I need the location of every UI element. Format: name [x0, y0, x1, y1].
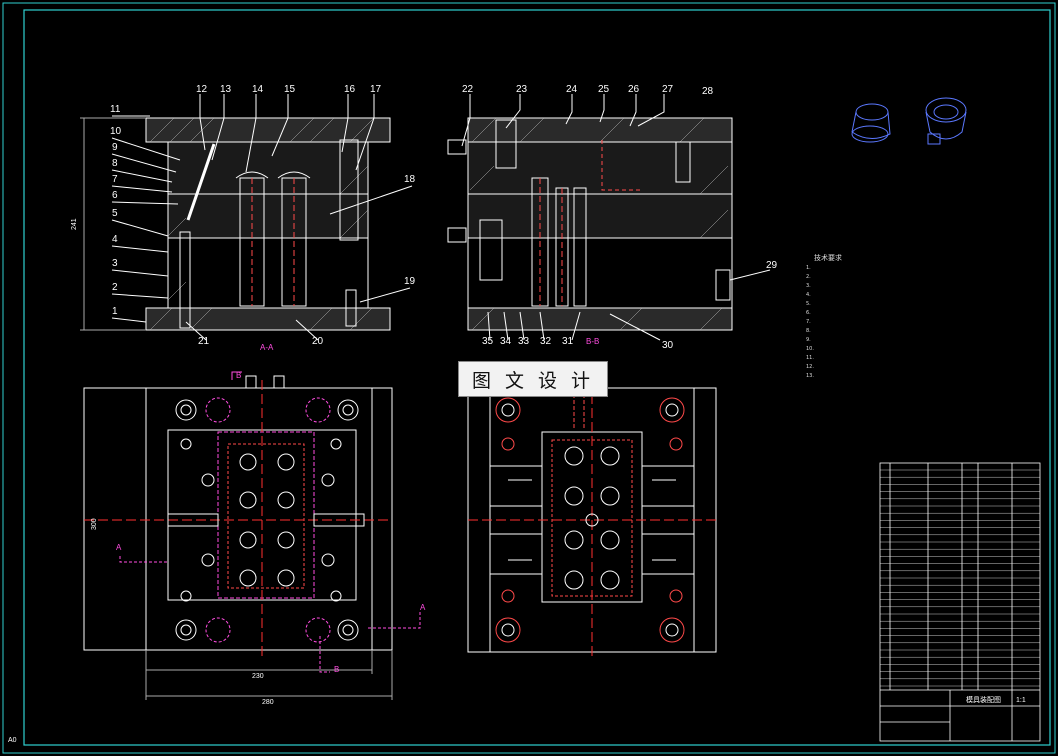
part-no-16: 16 — [344, 84, 356, 95]
part-no-34: 34 — [500, 336, 512, 347]
note-line: 10. — [806, 346, 814, 352]
part-no-32: 32 — [540, 336, 552, 347]
part-no-1: 1 — [112, 306, 118, 317]
bom-row-lines — [880, 469, 1040, 687]
part-no-14: 14 — [252, 84, 264, 95]
note-line: 3. — [806, 283, 811, 289]
section-mark-b-bottom: B — [334, 665, 339, 674]
part-no-19: 19 — [404, 276, 416, 287]
part-no-13: 13 — [220, 84, 232, 95]
part-no-33: 33 — [518, 336, 530, 347]
part-no-17: 17 — [370, 84, 382, 95]
note-line: 13. — [806, 373, 814, 379]
part-no-7: 7 — [112, 174, 118, 185]
note-line: 2. — [806, 274, 811, 280]
part-no-18: 18 — [404, 174, 416, 185]
section-label-bb: B-B — [586, 337, 599, 346]
part-no-9: 9 — [112, 142, 118, 153]
part-no-27: 27 — [662, 84, 674, 95]
dimension-300: 300 — [91, 518, 98, 530]
part-no-24: 24 — [566, 84, 578, 95]
part-no-28: 28 — [702, 86, 714, 97]
note-line: 4. — [806, 292, 811, 298]
notes-list: 1. 2. 3. 4. 5. 6. 7. 8. 9. 10. 11. 12. 1… — [806, 264, 956, 381]
part-no-25: 25 — [598, 84, 610, 95]
part-no-35: 35 — [482, 336, 494, 347]
side-section-view — [447, 94, 771, 341]
title-block-labels: 模具装配图 1:1 — [966, 695, 1026, 704]
note-line: 11. — [806, 355, 814, 361]
corner-label: A0 — [8, 737, 17, 744]
section-mark-a-right: A — [420, 603, 426, 612]
note-line: 12. — [806, 364, 814, 370]
note-line: 7. — [806, 319, 811, 325]
part-no-3: 3 — [112, 258, 118, 269]
note-line: 5. — [806, 301, 811, 307]
watermark-badge: 图 文 设 计 — [458, 361, 608, 397]
section-mark-a-left: A — [116, 543, 122, 552]
part-no-15: 15 — [284, 84, 296, 95]
plan-view-fixed — [467, 380, 717, 660]
note-line: 9. — [806, 337, 811, 343]
front-section-view — [80, 94, 413, 341]
plan-view-moving — [83, 371, 421, 700]
part-no-22: 22 — [462, 84, 474, 95]
notes-title: 技术要求 — [814, 254, 842, 262]
section-label-aa: A-A — [260, 343, 274, 352]
technical-notes: 技术要求 1. 2. 3. 4. 5. 6. 7. 8. 9. 10. 11. … — [806, 252, 956, 381]
part-no-29: 29 — [766, 260, 778, 271]
part-no-10: 10 — [110, 126, 122, 137]
product-iso-sketch — [851, 97, 967, 145]
part-no-21: 21 — [198, 336, 210, 347]
plan-view-labels: 230 280 300 B A A B — [91, 371, 426, 706]
part-no-31: 31 — [562, 336, 574, 347]
part-no-20: 20 — [312, 336, 324, 347]
part-no-30: 30 — [662, 340, 674, 351]
part-no-5: 5 — [112, 208, 118, 219]
note-line: 8. — [806, 328, 811, 334]
part-no-26: 26 — [628, 84, 640, 95]
part-no-12: 12 — [196, 84, 208, 95]
part-no-23: 23 — [516, 84, 528, 95]
part-no-2: 2 — [112, 282, 118, 293]
part-no-11: 11 — [110, 104, 121, 115]
part-no-4: 4 — [112, 234, 118, 245]
note-line: 6. — [806, 310, 811, 316]
part-no-8: 8 — [112, 158, 118, 169]
section-mark-b-top: B — [236, 371, 241, 380]
note-line: 1. — [806, 265, 811, 271]
drawing-scale: 1:1 — [1016, 697, 1026, 704]
part-no-6: 6 — [112, 190, 118, 201]
drawing-name: 模具装配图 — [966, 695, 1001, 704]
height-dimension-front: 241 — [71, 218, 78, 230]
dimension-230: 230 — [252, 673, 264, 680]
dimension-280: 280 — [262, 699, 274, 706]
